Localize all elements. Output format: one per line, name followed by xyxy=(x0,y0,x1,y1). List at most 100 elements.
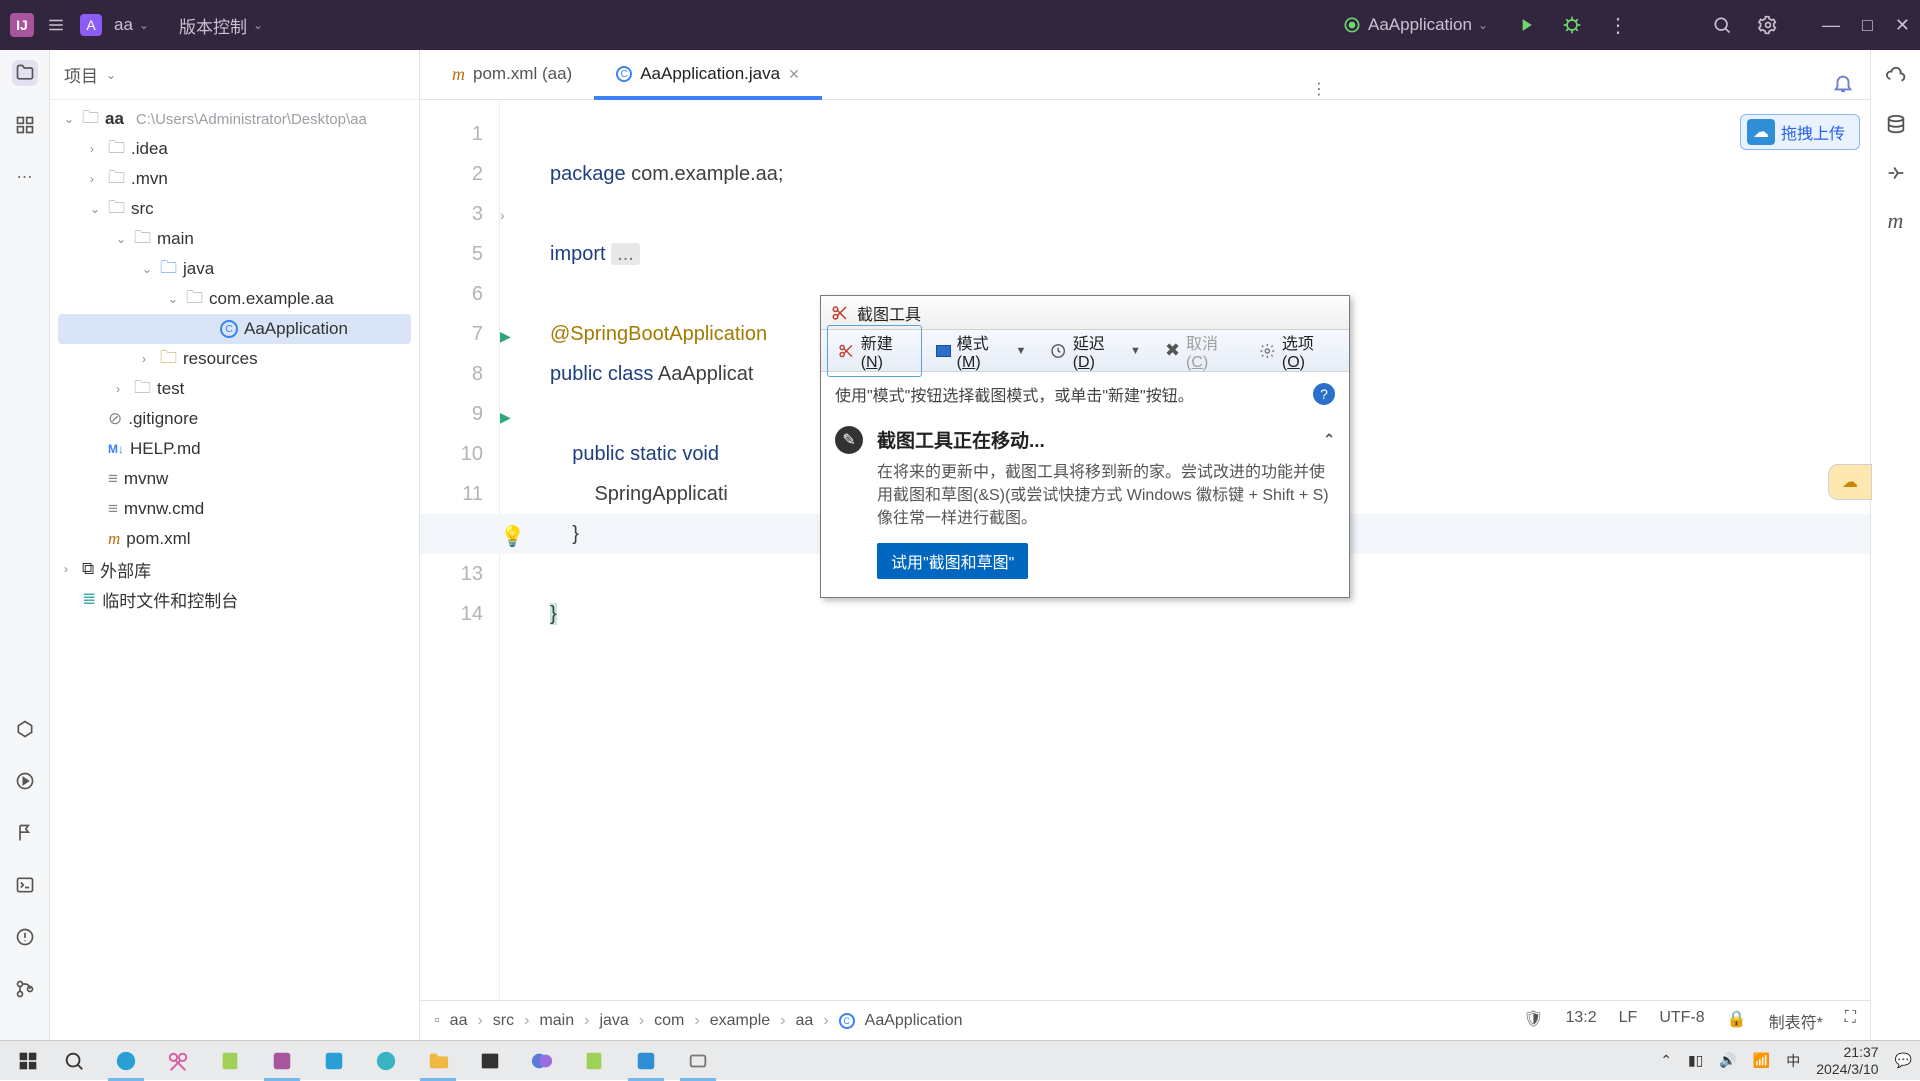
tree-node-mvnw[interactable]: ≡mvnw xyxy=(50,464,419,494)
help-icon[interactable]: ? xyxy=(1313,383,1335,405)
tray-chevron-icon[interactable]: ⌃ xyxy=(1660,1052,1672,1069)
tray-volume-icon[interactable]: 🔊 xyxy=(1719,1052,1736,1069)
taskbar-search[interactable] xyxy=(48,1041,100,1081)
endpoints-icon[interactable] xyxy=(1883,160,1909,186)
structure-tool-icon[interactable] xyxy=(12,112,38,138)
database-icon[interactable] xyxy=(1883,112,1909,138)
tray-battery-icon[interactable]: ▮▯ xyxy=(1688,1052,1703,1069)
status-eol[interactable]: LF xyxy=(1619,1009,1638,1033)
try-sketch-button[interactable]: 试用"截图和草图" xyxy=(877,543,1028,579)
notifications-icon[interactable] xyxy=(1832,72,1870,99)
tree-node-scratches[interactable]: ≣临时文件和控制台 xyxy=(50,584,419,614)
tree-node-resources[interactable]: ›🗀resources xyxy=(50,344,419,374)
breadcrumb-bar: ▫ aa› src› main› java› com› example› aa›… xyxy=(420,1000,1870,1040)
project-panel-header[interactable]: 项目 ⌄ xyxy=(50,50,419,100)
taskbar-app-teal[interactable] xyxy=(360,1041,412,1081)
tray-wifi-icon[interactable]: 📶 xyxy=(1753,1052,1770,1069)
tree-node-gitignore[interactable]: ⊘.gitignore xyxy=(50,404,419,434)
snip-delay-button[interactable]: 延迟(D) ▼ xyxy=(1040,326,1151,376)
more-actions-icon[interactable]: ⋮ xyxy=(1604,11,1632,39)
tree-node-java[interactable]: ⌄🗀java xyxy=(50,254,419,284)
tree-node-ext-libs[interactable]: ›⧉外部库 xyxy=(50,554,419,584)
graph-tool-icon[interactable] xyxy=(12,716,38,742)
taskbar-app-blue[interactable] xyxy=(308,1041,360,1081)
scratch-icon: ≣ xyxy=(82,589,96,609)
tree-node-idea[interactable]: ›🗀.idea xyxy=(50,134,419,164)
tree-node-mvn[interactable]: ›🗀.mvn xyxy=(50,164,419,194)
crumb[interactable]: main xyxy=(539,1012,574,1030)
taskbar-app-cloud[interactable] xyxy=(620,1041,672,1081)
collapse-icon[interactable]: ⌃ xyxy=(1323,431,1335,448)
run-config-selector[interactable]: AaApplication ⌄ xyxy=(1336,15,1494,35)
tab-more-icon[interactable]: ⋮ xyxy=(1311,79,1343,99)
snip-options-button[interactable]: 选项(O) xyxy=(1249,326,1343,376)
tree-node-test[interactable]: ›🗀test xyxy=(50,374,419,404)
search-icon[interactable] xyxy=(1708,11,1736,39)
run-button[interactable] xyxy=(1512,11,1540,39)
status-encoding[interactable]: UTF-8 xyxy=(1659,1009,1704,1033)
tray-clock[interactable]: 21:37 2024/3/10 xyxy=(1816,1044,1878,1076)
tree-root[interactable]: ⌄🗀aaC:\Users\Administrator\Desktop\aa xyxy=(50,104,419,134)
project-tree[interactable]: ⌄🗀aaC:\Users\Administrator\Desktop\aa ›🗀… xyxy=(50,100,419,618)
dropdown-arrow-icon: ▼ xyxy=(1130,345,1141,357)
editor-tab-app[interactable]: C AaApplication.java ✕ xyxy=(594,49,822,99)
crumb[interactable]: java xyxy=(599,1012,628,1030)
hamburger-menu-icon[interactable] xyxy=(42,11,70,39)
services-tool-icon[interactable] xyxy=(12,768,38,794)
problems-tool-icon[interactable] xyxy=(12,924,38,950)
crumb[interactable]: aa xyxy=(450,1012,468,1030)
taskbar-explorer[interactable] xyxy=(412,1041,464,1081)
build-tool-icon[interactable] xyxy=(12,820,38,846)
readonly-lock-icon[interactable]: 🔒 xyxy=(1727,1009,1747,1033)
tree-node-src[interactable]: ⌄🗀src xyxy=(50,194,419,224)
tray-ime[interactable]: 中 xyxy=(1786,1051,1800,1071)
close-tab-icon[interactable]: ✕ xyxy=(788,66,800,83)
database-cloud-icon[interactable] xyxy=(1883,64,1909,90)
debug-button[interactable] xyxy=(1558,11,1586,39)
crumb[interactable]: aa xyxy=(796,1012,814,1030)
tray-notifications-icon[interactable]: 💬 xyxy=(1895,1052,1912,1069)
project-selector[interactable]: aa ⌄ xyxy=(108,15,155,35)
window-maximize[interactable]: □ xyxy=(1862,15,1873,36)
crumb[interactable]: src xyxy=(493,1012,514,1030)
tree-node-package[interactable]: ⌄🗀com.example.aa xyxy=(50,284,419,314)
tree-node-aaapplication[interactable]: CAaApplication xyxy=(58,314,411,344)
taskbar-app-pink[interactable] xyxy=(152,1041,204,1081)
taskbar-cmd[interactable] xyxy=(464,1041,516,1081)
class-icon: C xyxy=(220,320,238,338)
terminal-tool-icon[interactable] xyxy=(12,872,38,898)
window-minimize[interactable]: — xyxy=(1822,15,1840,36)
start-button[interactable] xyxy=(8,1041,48,1081)
taskbar-edge[interactable] xyxy=(100,1041,152,1081)
tree-node-mvnwcmd[interactable]: ≡mvnw.cmd xyxy=(50,494,419,524)
status-indent[interactable]: 制表符* xyxy=(1769,1009,1823,1033)
taskbar-app-green[interactable] xyxy=(204,1041,256,1081)
snip-new-button[interactable]: 新建(N) xyxy=(827,325,922,377)
taskbar-app-green2[interactable] xyxy=(568,1041,620,1081)
status-position[interactable]: 13:2 xyxy=(1566,1009,1597,1033)
taskbar-snipping[interactable] xyxy=(672,1041,724,1081)
crumb[interactable]: example xyxy=(710,1012,770,1030)
project-badge[interactable]: A xyxy=(80,14,102,36)
status-expand-icon[interactable]: ⛶ xyxy=(1845,1009,1856,1033)
tree-node-pom[interactable]: mpom.xml xyxy=(50,524,419,554)
cloud-side-badge[interactable]: ☁ xyxy=(1828,464,1872,500)
tree-node-main[interactable]: ⌄🗀main xyxy=(50,224,419,254)
more-tool-icon[interactable]: ⋯ xyxy=(12,164,38,190)
settings-icon[interactable] xyxy=(1754,11,1782,39)
snip-mode-button[interactable]: 模式(M) ▼ xyxy=(926,326,1036,376)
vcs-selector[interactable]: 版本控制 ⌄ xyxy=(173,13,269,38)
project-tool-icon[interactable] xyxy=(12,60,38,86)
shield-icon[interactable]: 🛡 xyxy=(1523,1009,1543,1033)
drag-upload-button[interactable]: ☁ 拖拽上传 xyxy=(1740,114,1860,150)
crumb[interactable]: AaApplication xyxy=(865,1012,963,1030)
fold-placeholder[interactable]: ... xyxy=(611,243,640,265)
taskbar-app-purple[interactable] xyxy=(516,1041,568,1081)
tree-node-help[interactable]: M↓HELP.md xyxy=(50,434,419,464)
editor-tab-pom[interactable]: m pom.xml (aa) xyxy=(430,49,594,99)
crumb[interactable]: com xyxy=(654,1012,684,1030)
maven-icon[interactable]: m xyxy=(1883,208,1909,234)
taskbar-idea[interactable] xyxy=(256,1041,308,1081)
git-tool-icon[interactable] xyxy=(12,976,38,1002)
window-close[interactable]: ✕ xyxy=(1895,15,1910,36)
